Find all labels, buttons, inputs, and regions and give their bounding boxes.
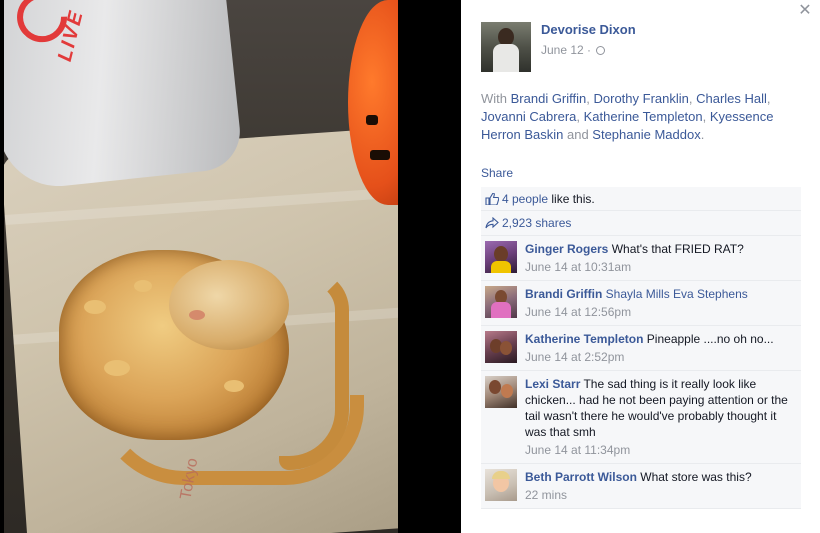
- tagged-person[interactable]: Dorothy Franklin: [594, 91, 689, 106]
- likes-suffix: like this.: [548, 192, 595, 206]
- drink-cup: LIVE: [4, 0, 244, 192]
- comment: Beth Parrott Wilson What store was this?…: [481, 464, 801, 509]
- avatar-torso: [493, 44, 519, 72]
- comment-time[interactable]: June 14 at 12:56pm: [525, 304, 748, 320]
- comment: Katherine Templeton Pineapple ....no oh …: [481, 326, 801, 371]
- comment-text: Pineapple ....no oh no...: [643, 332, 774, 346]
- feedback-box: 4 people like this. 2,923 shares Ginger …: [481, 187, 801, 509]
- crumb: [134, 280, 152, 292]
- separator: ,: [576, 109, 584, 124]
- end-period: .: [700, 127, 705, 142]
- crumb: [104, 360, 130, 376]
- share-link[interactable]: Share: [481, 166, 513, 180]
- commenter-name[interactable]: Beth Parrott Wilson: [525, 470, 637, 484]
- separator: ,: [586, 91, 594, 106]
- crumb: [224, 380, 244, 392]
- commenter-avatar[interactable]: [485, 376, 517, 408]
- shares-count[interactable]: 2,923 shares: [502, 216, 571, 230]
- author-avatar[interactable]: [481, 22, 531, 72]
- avatar-face: [501, 384, 513, 398]
- post-sidebar: Devorise Dixon June 12 · With Brandi Gri…: [461, 0, 820, 533]
- bucket-mouth: [370, 150, 390, 160]
- avatar-shirt: [491, 261, 511, 273]
- crumb: [84, 300, 106, 314]
- commenter-name[interactable]: Brandi Griffin: [525, 287, 602, 301]
- comment-body: Lexi Starr The sad thing is it really lo…: [525, 376, 795, 458]
- tagged-person[interactable]: Charles Hall: [696, 91, 767, 106]
- photo-stage: LIVE Tokyo: [0, 0, 461, 533]
- separator: ,: [702, 109, 710, 124]
- fried-chicken-head: [169, 260, 289, 350]
- comment-body: Katherine Templeton Pineapple ....no oh …: [525, 331, 774, 365]
- tagged-names[interactable]: Shayla Mills Eva Stephens: [602, 287, 748, 301]
- tagged-person[interactable]: Jovanni Cabrera: [481, 109, 576, 124]
- comment-body: Brandi Griffin Shayla Mills Eva Stephens…: [525, 286, 748, 320]
- commenter-name[interactable]: Lexi Starr: [525, 377, 580, 391]
- commenter-avatar[interactable]: [485, 331, 517, 363]
- comment-body: Ginger Rogers What's that FRIED RAT? Jun…: [525, 241, 744, 275]
- tagged-people: With Brandi Griffin, Dorothy Franklin, C…: [481, 90, 801, 144]
- close-icon[interactable]: ✕: [796, 2, 814, 20]
- likes-count[interactable]: 4 people: [502, 192, 548, 206]
- separator: and: [563, 127, 593, 142]
- share-arrow-icon: [485, 217, 499, 229]
- date-separator: ·: [583, 43, 595, 57]
- comment: Ginger Rogers What's that FRIED RAT? Jun…: [481, 236, 801, 281]
- tagged-person[interactable]: Brandi Griffin: [511, 91, 587, 106]
- shares-row: 2,923 shares: [481, 211, 801, 236]
- likes-row: 4 people like this.: [481, 187, 801, 211]
- tagged-person[interactable]: Stephanie Maddox: [592, 127, 700, 142]
- avatar-shirt: [491, 302, 511, 318]
- crumb: [189, 310, 205, 320]
- with-prefix: With: [481, 91, 511, 106]
- comment-time[interactable]: June 14 at 10:31am: [525, 259, 744, 275]
- separator: ,: [766, 91, 771, 106]
- comment-time[interactable]: 22 mins: [525, 487, 752, 503]
- comment-text: What's that FRIED RAT?: [608, 242, 744, 256]
- globe-icon[interactable]: [596, 46, 606, 55]
- post-date[interactable]: June 12: [541, 43, 584, 57]
- author-meta: Devorise Dixon June 12 ·: [541, 22, 636, 72]
- commenter-avatar[interactable]: [485, 286, 517, 318]
- wrapper-stripe: [4, 185, 398, 225]
- bucket-eye: [366, 115, 378, 125]
- avatar-face: [489, 380, 501, 394]
- avatar-hair: [492, 471, 510, 479]
- comment: Lexi Starr The sad thing is it really lo…: [481, 371, 801, 464]
- thumbs-up-icon: [485, 193, 499, 205]
- avatar-face: [494, 246, 508, 262]
- tagged-person[interactable]: Katherine Templeton: [584, 109, 703, 124]
- avatar-face: [500, 341, 512, 355]
- author-name[interactable]: Devorise Dixon: [541, 22, 636, 37]
- commenter-avatar[interactable]: [485, 241, 517, 273]
- post-photo[interactable]: LIVE Tokyo: [4, 0, 398, 533]
- post-header: Devorise Dixon June 12 ·: [481, 22, 636, 72]
- comment-time[interactable]: June 14 at 11:34pm: [525, 442, 795, 458]
- commenter-name[interactable]: Ginger Rogers: [525, 242, 608, 256]
- post-date-row: June 12 ·: [541, 43, 636, 57]
- comment-body: Beth Parrott Wilson What store was this?…: [525, 469, 752, 503]
- comment-text: What store was this?: [636, 470, 752, 484]
- commenter-avatar[interactable]: [485, 469, 517, 501]
- commenter-name[interactable]: Katherine Templeton: [525, 332, 643, 346]
- comment: Brandi Griffin Shayla Mills Eva Stephens…: [481, 281, 801, 326]
- comment-time[interactable]: June 14 at 2:52pm: [525, 349, 774, 365]
